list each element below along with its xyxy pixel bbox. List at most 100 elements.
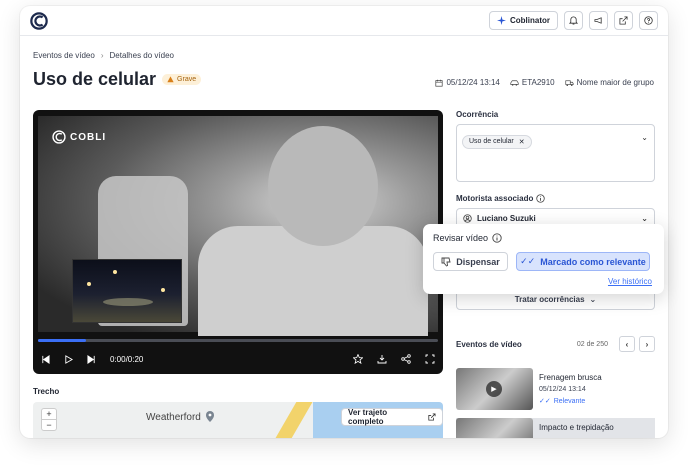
cobli-logo[interactable]	[30, 11, 48, 30]
chevron-down-icon: ⌄	[641, 214, 648, 223]
event-name: Frenagem brusca	[539, 373, 602, 382]
meta-vehicle[interactable]: ETA2910	[510, 78, 555, 87]
treat-occurrences-label: Tratar ocorrências	[514, 295, 585, 304]
breadcrumb: Eventos de vídeo › Detalhes do vídeo	[33, 51, 174, 60]
review-video-popover: Revisar vídeo Dispensar ✓✓ Marcado como …	[423, 224, 664, 294]
full-route-label: Ver trajeto completo	[348, 408, 388, 426]
download-button[interactable]	[377, 354, 387, 364]
notifications-button[interactable]	[564, 11, 583, 30]
mark-relevant-button[interactable]: ✓✓ Marcado como relevante	[516, 252, 650, 271]
chevron-right-icon: ›	[100, 51, 104, 60]
prev-page-button[interactable]: ‹	[619, 336, 635, 352]
driver-name: Luciano Suzuki	[477, 213, 536, 223]
video-events-count: 02 de 250	[576, 340, 608, 348]
skip-forward-button[interactable]	[87, 354, 96, 364]
video-player[interactable]: COBLI 0:00/0:20	[33, 110, 443, 374]
video-progress-bar[interactable]	[38, 339, 438, 342]
calendar-icon	[435, 79, 444, 87]
review-actions: Dispensar ✓✓ Marcado como relevante	[433, 252, 654, 271]
video-event-item[interactable]: ▶ Frenagem brusca 05/12/24 13:14 ✓✓ Rele…	[456, 368, 655, 412]
sparkle-icon	[497, 16, 506, 25]
fullscreen-icon	[425, 354, 435, 364]
cobli-watermark-icon	[52, 130, 66, 144]
event-status-label: Relevante	[553, 397, 586, 405]
topbar-actions: Coblinator	[489, 11, 658, 30]
share-button[interactable]	[401, 354, 411, 364]
play-button[interactable]	[64, 354, 73, 364]
map-pin-icon	[205, 411, 214, 422]
town-name: Weatherford	[146, 411, 201, 423]
car-icon	[510, 79, 519, 86]
occurrence-label: Ocorrência	[456, 110, 499, 119]
info-icon[interactable]	[492, 233, 502, 243]
datetime-text: 05/12/24 13:14	[446, 78, 500, 87]
skip-back-icon	[42, 354, 50, 364]
help-button[interactable]	[639, 11, 658, 30]
vehicle-text: ETA2910	[521, 78, 555, 87]
skip-back-button[interactable]	[41, 354, 50, 364]
double-check-icon: ✓✓	[539, 398, 551, 405]
chevron-down-icon: ⌄	[589, 295, 597, 304]
remove-chip-icon[interactable]: ✕	[519, 138, 525, 146]
truck-group-icon	[565, 79, 574, 86]
download-icon	[377, 355, 387, 364]
next-page-button[interactable]: ›	[639, 336, 655, 352]
dismiss-button[interactable]: Dispensar	[433, 252, 508, 271]
mark-relevant-label: Marcado como relevante	[540, 256, 646, 267]
external-link-icon	[619, 16, 628, 25]
review-title: Revisar vídeo	[433, 233, 489, 243]
title-row: Uso de celular Grave	[33, 69, 202, 90]
double-check-icon: ✓✓	[520, 256, 536, 266]
play-icon: ▶	[486, 381, 502, 397]
external-link-icon	[428, 413, 436, 421]
full-route-button[interactable]: Ver trajeto completo	[341, 408, 443, 426]
road-camera-pip[interactable]	[72, 259, 182, 323]
page-title: Uso de celular	[33, 69, 157, 89]
video-events-header: Eventos de vídeo 02 de 250 ‹ ›	[456, 336, 655, 352]
breadcrumb-parent-link[interactable]: Eventos de vídeo	[33, 51, 95, 60]
bell-icon	[569, 16, 578, 25]
warning-icon	[167, 76, 174, 83]
review-title-row: Revisar vídeo	[433, 233, 654, 243]
view-history-link[interactable]: Ver histórico	[608, 277, 652, 286]
fullscreen-button[interactable]	[425, 354, 435, 364]
cabin-camera-frame: COBLI	[38, 116, 438, 336]
info-icon[interactable]	[536, 194, 546, 203]
occurrence-select[interactable]: Uso de celular ✕ ⌄	[456, 124, 655, 182]
open-external-button[interactable]	[614, 11, 633, 30]
video-event-item-selected[interactable]: Impacto e trepidação	[456, 418, 655, 438]
event-name: Impacto e trepidação	[539, 423, 614, 432]
announcements-button[interactable]	[589, 11, 608, 30]
chevron-down-icon: ⌄	[641, 133, 648, 142]
favorite-button[interactable]	[353, 354, 363, 364]
occurrence-chip: Uso de celular ✕	[462, 134, 532, 149]
event-datetime: 05/12/24 13:14	[539, 386, 586, 393]
video-controls: 0:00/0:20	[41, 350, 435, 368]
map-zoom-control: + −	[41, 408, 57, 431]
route-map[interactable]: + − Weatherford Ver trajeto completo	[33, 402, 443, 438]
map-town-label: Weatherford	[146, 411, 215, 423]
streetlight	[113, 270, 117, 274]
streetlight	[87, 282, 91, 286]
meta-group[interactable]: Nome maior de grupo	[565, 78, 654, 87]
play-icon	[65, 354, 73, 364]
top-bar: Coblinator	[20, 6, 668, 36]
zoom-in-button[interactable]: +	[42, 409, 56, 420]
severity-badge: Grave	[162, 74, 202, 85]
dismiss-label: Dispensar	[456, 256, 500, 267]
road-shape	[103, 298, 153, 306]
app-window: Coblinator Eventos de vídeo › Detalhes d…	[20, 6, 668, 438]
details-panel: Ocorrência Uso de celular ✕ ⌄ Motorista …	[456, 110, 655, 228]
breadcrumb-current: Detalhes do vídeo	[109, 51, 175, 60]
zoom-out-button[interactable]: −	[42, 420, 56, 430]
driver-head-shape	[268, 126, 378, 246]
occurrence-chip-label: Uso de celular	[469, 138, 514, 145]
driver-label-row: Motorista associado	[456, 194, 655, 203]
video-watermark: COBLI	[52, 130, 106, 144]
video-actions	[353, 354, 435, 364]
thumbs-down-icon	[441, 257, 451, 267]
skip-forward-icon	[87, 354, 95, 364]
streetlight	[161, 288, 165, 292]
megaphone-icon	[594, 17, 602, 24]
coblinator-button[interactable]: Coblinator	[489, 11, 558, 30]
